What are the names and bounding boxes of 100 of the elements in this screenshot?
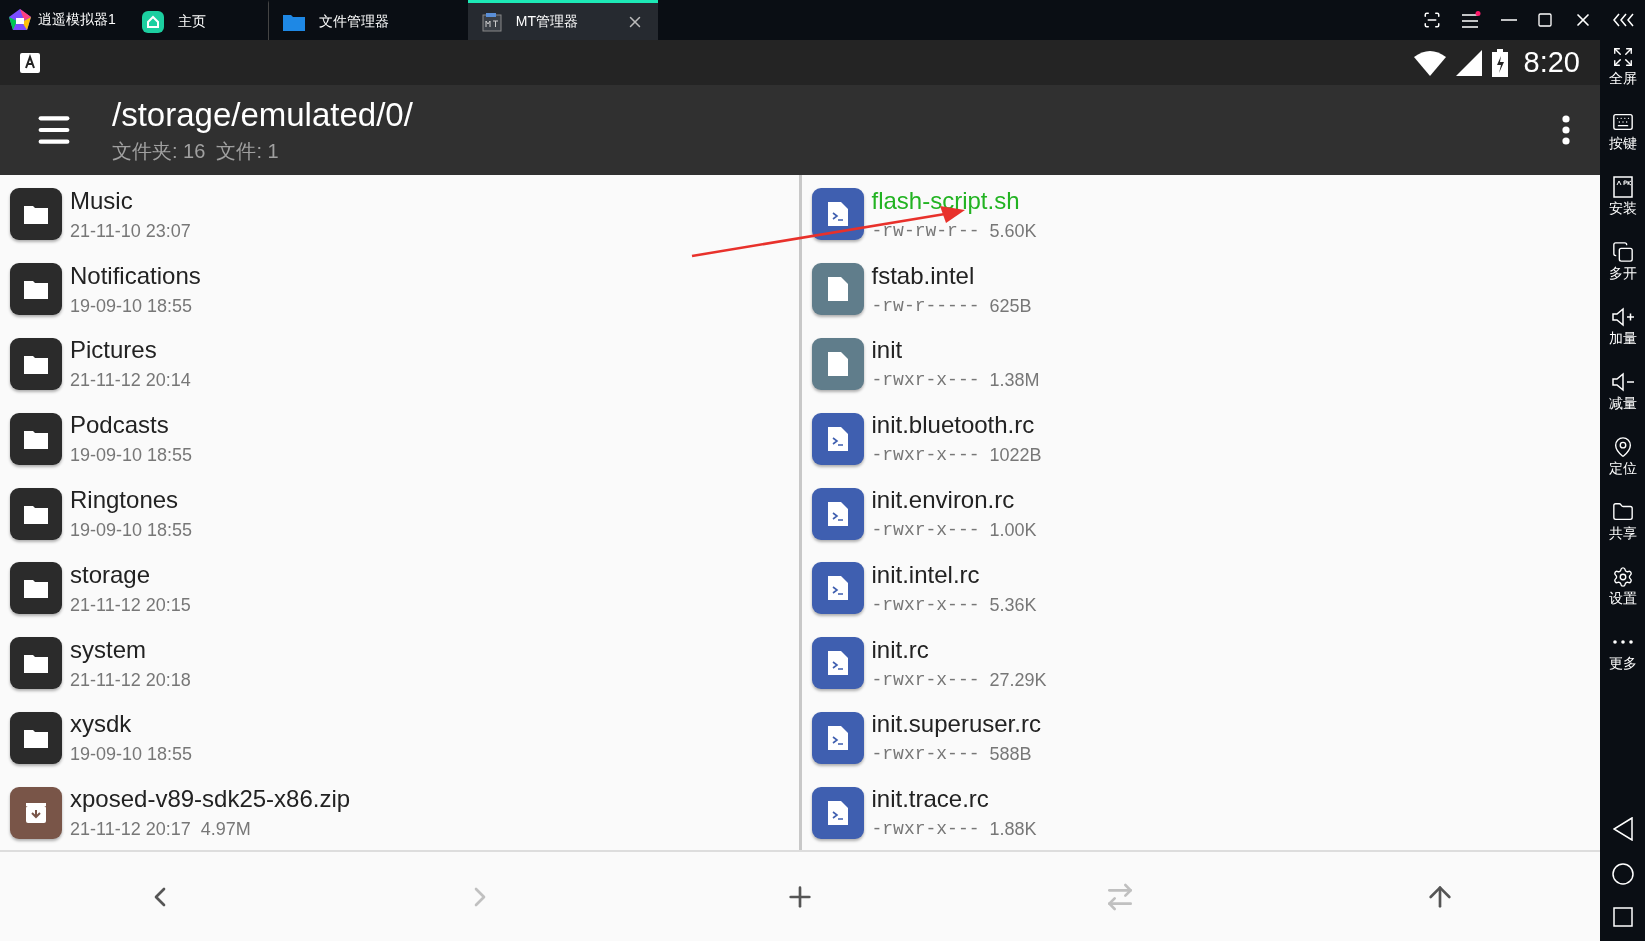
- app-name: 逍遥模拟器1: [38, 11, 116, 29]
- script-file-icon: [811, 711, 864, 764]
- file-name[interactable]: storage: [70, 560, 191, 589]
- file-name[interactable]: init.rc: [871, 635, 1047, 664]
- toolbar-label[interactable]: 定位: [1608, 460, 1637, 478]
- file-name[interactable]: init.trace.rc: [871, 785, 1037, 814]
- volume-up-icon: [1610, 306, 1635, 328]
- folder-icon: [10, 487, 62, 540]
- folder-icon: [1611, 501, 1634, 523]
- file-icon: [811, 263, 864, 316]
- file-name[interactable]: Music: [70, 186, 191, 215]
- signal-icon: [1455, 49, 1482, 76]
- file-details: 21-11-10 23:07: [70, 220, 191, 242]
- wifi-icon: [1413, 49, 1446, 76]
- file-size: 588B: [989, 744, 1032, 766]
- file-permissions: -rwxr-x---: [871, 594, 980, 616]
- script-file-icon: [811, 188, 864, 241]
- file-permissions: -rwxr-x---: [871, 445, 980, 467]
- file-name[interactable]: init.intel.rc: [871, 560, 1037, 589]
- file-size: 1022B: [989, 445, 1042, 467]
- file-name[interactable]: Ringtones: [70, 486, 193, 514]
- overflow-menu-icon[interactable]: [1562, 115, 1570, 145]
- file-details: 19-09-10 18:55: [70, 744, 193, 766]
- toolbar-label[interactable]: 安装: [1608, 200, 1637, 218]
- folder-icon: [10, 637, 62, 690]
- file-details: 21-11-12 20:17 4.97M: [70, 819, 252, 841]
- toolbar-label[interactable]: 减量: [1608, 395, 1637, 413]
- toolbar-label[interactable]: 共享: [1608, 525, 1637, 543]
- file-name[interactable]: init.bluetooth.rc: [871, 411, 1042, 440]
- app-icon: [481, 11, 502, 32]
- file-permissions: -rw-r-----: [871, 295, 980, 317]
- file-permissions: -rw-rw-r--: [871, 220, 980, 242]
- file-permissions: -rwxr-x---: [871, 370, 980, 392]
- toolbar-label[interactable]: 更多: [1608, 655, 1637, 673]
- window-tab[interactable]: MT管理器: [467, 0, 658, 40]
- recents-icon[interactable]: [1612, 907, 1633, 927]
- file-permissions: -rwxr-x---: [871, 520, 980, 541]
- script-file-icon: [811, 562, 864, 615]
- keyboard-indicator-icon: [20, 52, 40, 73]
- copy-icon: [1611, 241, 1634, 263]
- file-name[interactable]: init: [871, 336, 1040, 365]
- file-size: 27.29K: [989, 669, 1047, 691]
- settings-icon: [1611, 566, 1634, 588]
- folder-icon: [10, 412, 62, 465]
- collapse-icon: [1613, 13, 1637, 27]
- clock-time: 8:20: [1523, 46, 1580, 79]
- package-icon: [1612, 176, 1633, 198]
- file-permissions: -rwxr-x---: [871, 669, 980, 691]
- file-name[interactable]: system: [70, 635, 191, 664]
- script-file-icon: [811, 637, 864, 690]
- menu-icon: [1461, 11, 1481, 29]
- file-name[interactable]: Podcasts: [70, 411, 193, 440]
- file-name[interactable]: Pictures: [70, 336, 191, 365]
- more-icon: [1612, 640, 1633, 644]
- file-details: 21-11-12 20:15: [70, 594, 191, 616]
- script-file-icon: [811, 786, 864, 839]
- toolbar-label[interactable]: 按键: [1608, 135, 1637, 153]
- folder-icon: [10, 562, 62, 615]
- file-name[interactable]: xysdk: [70, 710, 193, 739]
- window-tab[interactable]: 主页: [127, 0, 268, 40]
- file-size: 1.38M: [989, 370, 1040, 392]
- file-details: 19-09-10 18:55: [70, 520, 193, 541]
- maximize-icon: [1537, 12, 1553, 28]
- logo-icon: [8, 8, 32, 32]
- folder-icon: [10, 188, 62, 241]
- volume-down-icon: [1610, 371, 1635, 393]
- expand-icon: [1611, 46, 1634, 68]
- home-icon: [141, 10, 164, 33]
- toolbar-label[interactable]: 设置: [1608, 590, 1637, 608]
- file-permissions: -rwxr-x---: [871, 819, 980, 841]
- folder-icon: [10, 337, 62, 390]
- file-size: 5.60K: [989, 220, 1037, 242]
- file-name[interactable]: fstab.intel: [871, 261, 1032, 290]
- file-details: 19-09-10 18:55: [70, 295, 194, 317]
- folder-icon: [282, 12, 305, 31]
- file-permissions: -rwxr-x---: [871, 744, 980, 766]
- script-file-icon: [811, 412, 864, 465]
- file-name[interactable]: init.environ.rc: [871, 486, 1037, 514]
- file-name[interactable]: init.superuser.rc: [871, 710, 1041, 739]
- battery-charging-icon: [1491, 48, 1508, 77]
- current-path: /storage/emulated/0/: [112, 95, 414, 134]
- file-details: 21-11-12 20:14: [70, 370, 191, 392]
- file-size: 5.36K: [989, 594, 1037, 616]
- file-name[interactable]: Notifications: [70, 261, 201, 290]
- toolbar-label[interactable]: 多开: [1608, 265, 1637, 283]
- file-icon: [811, 337, 864, 390]
- file-name[interactable]: xposed-v89-sdk25-x86.zip: [70, 785, 351, 814]
- back-icon[interactable]: [1612, 817, 1633, 841]
- file-details: 19-09-10 18:55: [70, 445, 193, 467]
- home-icon[interactable]: [1611, 863, 1634, 885]
- script-file-icon: [811, 487, 864, 540]
- folder-icon: [10, 263, 62, 316]
- item-count-summary: 文件夹: 16 文件: 1: [112, 138, 280, 164]
- keyboard-icon: [1611, 111, 1634, 133]
- toolbar-label[interactable]: 全屏: [1608, 70, 1637, 88]
- toolbar-label[interactable]: 加量: [1608, 330, 1637, 348]
- screenshot-icon: [1423, 11, 1441, 29]
- file-details: 21-11-12 20:18: [70, 669, 191, 691]
- folder-icon: [10, 711, 62, 764]
- minimize-icon: [1501, 19, 1517, 21]
